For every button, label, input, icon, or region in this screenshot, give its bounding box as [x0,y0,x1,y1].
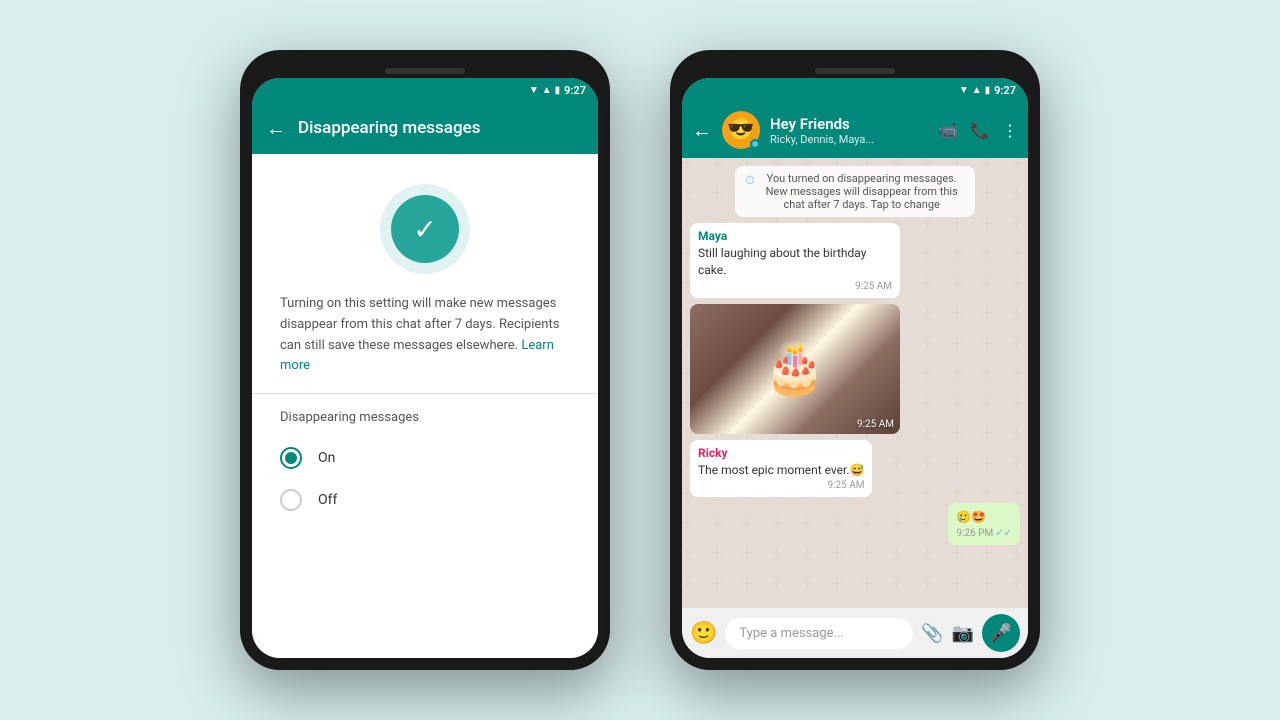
voice-call-icon[interactable]: 📞 [970,121,990,140]
back-button-1[interactable]: ← [266,116,286,141]
radio-outer-off[interactable] [280,489,302,511]
radio-inner-on [285,452,297,464]
image-time: 9:25 AM [857,419,894,430]
phone-inner-1: ▼ ▲ ▮ 9:27 ← Disappearing messages ✓ [252,78,598,658]
phone-top-2 [682,62,1028,78]
description-text: Turning on this setting will make new me… [252,294,598,393]
section-label: Disappearing messages [252,410,598,437]
bubble-text-ricky: The most epic moment ever.😅 [698,462,864,479]
wifi-icon-2: ▼ [959,85,969,96]
cake-image-inner: 🎂 [690,304,900,434]
radio-on[interactable]: On [252,437,598,479]
timer-inner: ✓ [391,195,459,263]
check-marks-icon: ✓✓ [995,528,1012,539]
status-time-1: 9:27 [564,84,586,97]
phones-container: ▼ ▲ ▮ 9:27 ← Disappearing messages ✓ [240,50,1040,670]
status-bar-1: ▼ ▲ ▮ 9:27 [252,78,598,102]
radio-off[interactable]: Off [252,479,598,521]
wifi-icon-1: ▼ [529,85,539,96]
cake-image-bubble: 🎂 9:25 AM [690,304,900,434]
chat-info[interactable]: Hey Friends Ricky, Dennis, Maya... [770,115,928,146]
video-call-icon[interactable]: 📹 [938,121,958,140]
avatar-status-dot [750,139,760,149]
message-input[interactable]: Type a message... [725,618,913,649]
radio-label-on: On [318,450,335,466]
bubble-sender-maya: Maya [698,229,892,243]
bubble-sender-ricky: Ricky [698,446,864,460]
chat-header: ← 😎 Hey Friends Ricky, Dennis, Maya... 📹… [682,102,1028,158]
attach-icon[interactable]: 📎 [921,623,943,644]
system-message[interactable]: ⏱ You turned on disappearing messages. N… [735,166,975,217]
chat-body: ⏱ You turned on disappearing messages. N… [682,158,1028,608]
timer-circle: ✓ [380,184,470,274]
chat-actions: 📹 📞 ⋮ [938,121,1018,140]
more-options-icon[interactable]: ⋮ [1002,121,1018,140]
camera-icon[interactable]: 📷 [952,623,974,644]
signal-icon-2: ▲ [972,85,982,96]
chat-members: Ricky, Dennis, Maya... [770,133,928,146]
status-bar-2: ▼ ▲ ▮ 9:27 [682,78,1028,102]
chat-name: Hey Friends [770,115,928,133]
phone-speaker-2 [815,68,895,74]
divider-1 [252,393,598,394]
mic-button[interactable]: 🎤 [982,614,1020,652]
battery-icon-1: ▮ [555,85,561,96]
message-ricky-text: Ricky The most epic moment ever.😅 9:25 A… [690,440,872,498]
phone-top-1 [252,62,598,78]
system-msg-icon: ⏱ [745,173,754,188]
header-title-1: Disappearing messages [298,118,584,138]
bubble-text-maya: Still laughing about the birthday cake. [698,245,892,279]
icon-area: ✓ [252,154,598,294]
cake-image: 🎂 9:25 AM [690,304,900,434]
signal-icon-1: ▲ [542,85,552,96]
radio-outer-on[interactable] [280,447,302,469]
avatar-emoji: 😎 [727,118,754,143]
checkmark-icon: ✓ [413,213,436,246]
avatar: 😎 [722,111,760,149]
message-sent: 🥲🤩 9:26 PM ✓✓ [948,503,1020,545]
radio-label-off: Off [318,492,337,508]
phone-2: ▼ ▲ ▮ 9:27 ← 😎 Hey Friends Ricky, Dennis… [670,50,1040,670]
bubble-time-ricky: 9:25 AM [698,480,864,491]
chat-input-bar: 🙂 Type a message... 📎 📷 🎤 [682,608,1028,658]
message-maya-text: Maya Still laughing about the birthday c… [690,223,900,298]
bubble-time-sent: 9:26 PM ✓✓ [956,528,1012,539]
status-icons-2: ▼ ▲ ▮ [959,85,990,96]
battery-icon-2: ▮ [985,85,991,96]
phone-1: ▼ ▲ ▮ 9:27 ← Disappearing messages ✓ [240,50,610,670]
settings-content: ✓ Turning on this setting will make new … [252,154,598,658]
app-header-1: ← Disappearing messages [252,102,598,154]
bubble-time-maya: 9:25 AM [698,281,892,292]
status-time-2: 9:27 [994,84,1016,97]
emoji-button[interactable]: 🙂 [690,621,717,646]
phone-inner-2: ▼ ▲ ▮ 9:27 ← 😎 Hey Friends Ricky, Dennis… [682,78,1028,658]
status-icons-1: ▼ ▲ ▮ [529,85,560,96]
back-button-2[interactable]: ← [692,118,712,143]
mic-icon: 🎤 [990,623,1012,644]
bubble-text-sent: 🥲🤩 [956,509,1012,526]
phone-speaker-1 [385,68,465,74]
